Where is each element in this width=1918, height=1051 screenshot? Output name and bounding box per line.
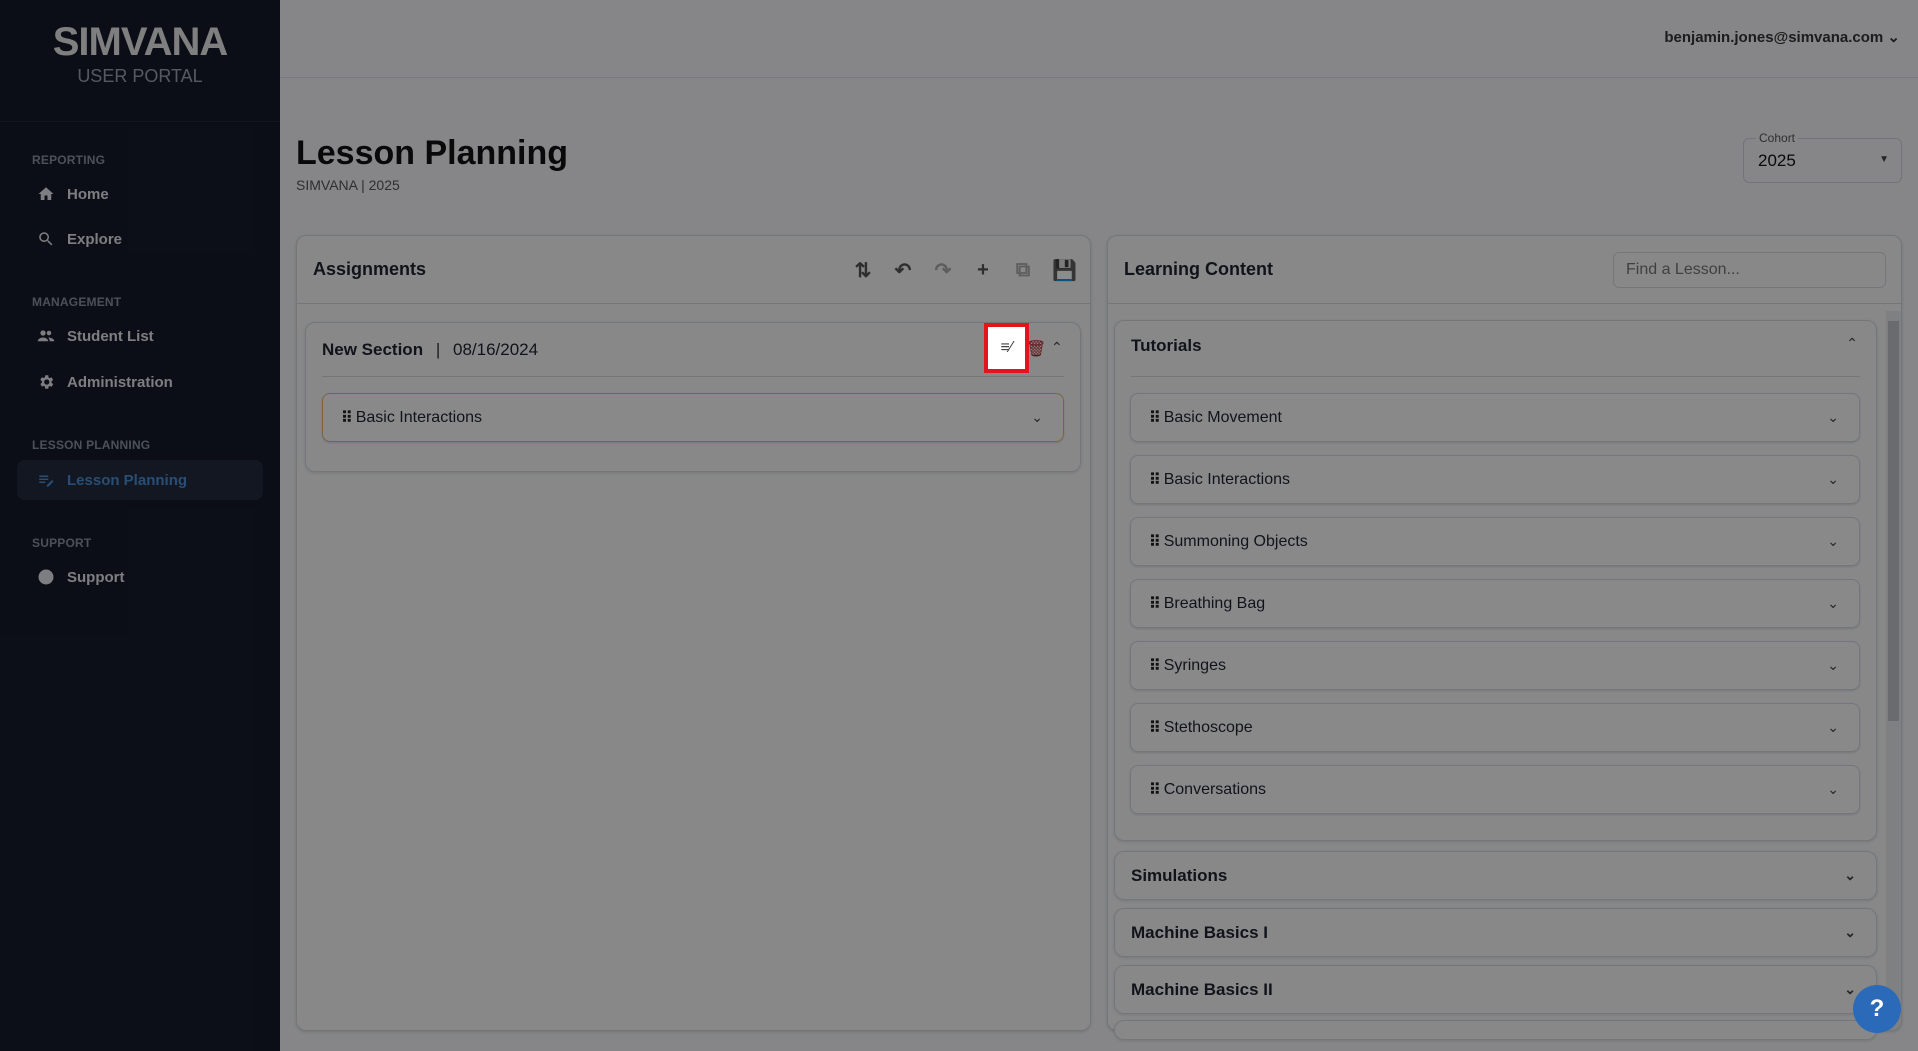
- help-button[interactable]: ?: [1853, 985, 1901, 1033]
- edit-section-button[interactable]: ≡⁄: [984, 323, 1029, 373]
- edit-list-icon: ≡⁄: [1000, 339, 1012, 357]
- dim-overlay: [0, 0, 1918, 1051]
